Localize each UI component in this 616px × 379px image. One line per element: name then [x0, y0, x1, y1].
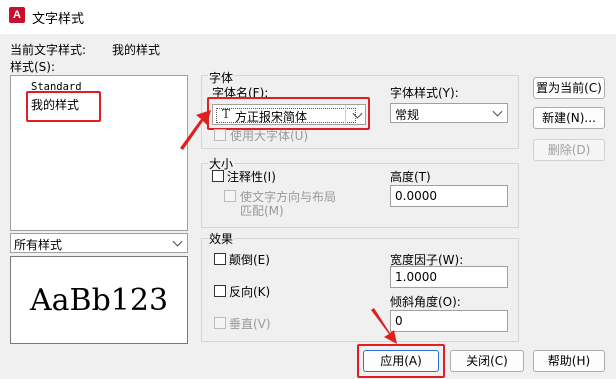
arrow-to-apply-button [371, 308, 397, 344]
annotation-arrows [180, 110, 397, 344]
arrow-to-font-name [180, 110, 211, 150]
